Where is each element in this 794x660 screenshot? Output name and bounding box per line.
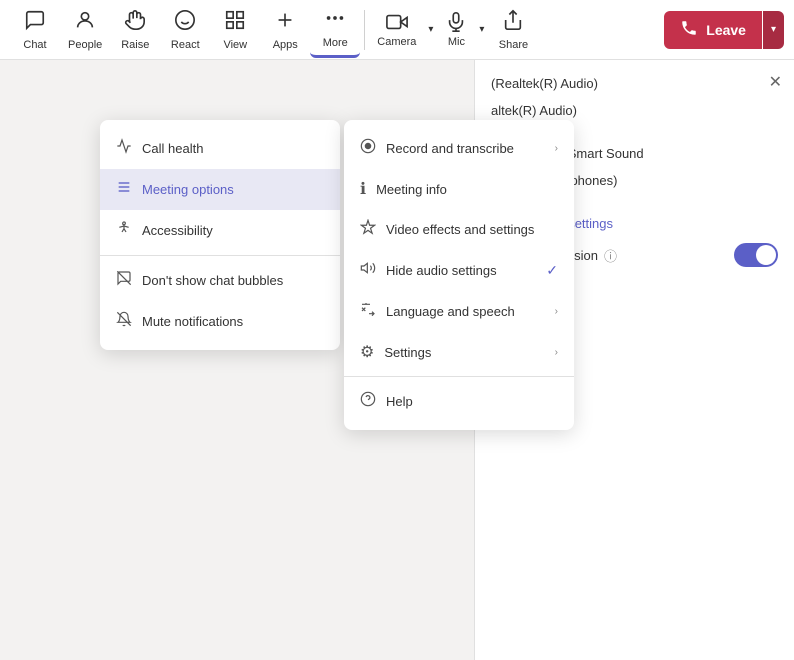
panel-close-button[interactable]: ✕ — [769, 72, 782, 92]
react-label: React — [171, 39, 200, 51]
dropdown-hide-audio[interactable]: Hide audio settings ✓ — [344, 250, 574, 291]
dropdown-meeting-info[interactable]: ℹ Meeting info — [344, 169, 574, 209]
mute-notifications-icon — [116, 311, 132, 332]
mic-arrow[interactable]: ▾ — [475, 2, 488, 58]
leave-container: Leave ▾ — [664, 11, 784, 49]
view-label: View — [223, 39, 247, 51]
raise-icon — [124, 9, 146, 37]
no-bubbles-label: Don't show chat bubbles — [142, 273, 283, 288]
leave-button[interactable]: Leave — [664, 11, 762, 49]
dropdown-language[interactable]: Language and speech › — [344, 291, 574, 332]
chat-icon — [24, 9, 46, 37]
left-menu-mute-notifications[interactable]: Mute notifications — [100, 301, 340, 342]
camera-icon — [386, 11, 408, 36]
toolbar-mic[interactable]: Mic ▾ — [437, 2, 488, 58]
mic-button[interactable]: Mic — [437, 2, 475, 58]
toolbar-more[interactable]: More — [310, 2, 360, 58]
separator-1 — [364, 10, 365, 50]
noise-info-icon: ⓘ — [604, 246, 617, 265]
toolbar-apps[interactable]: Apps — [260, 2, 310, 58]
dropdown-video-effects[interactable]: Video effects and settings — [344, 209, 574, 250]
mic-label: Mic — [448, 36, 465, 48]
toolbar-camera[interactable]: Camera ▾ — [369, 2, 437, 58]
left-menu-call-health[interactable]: Call health — [100, 128, 340, 169]
share-icon — [502, 9, 524, 37]
leave-arrow-button[interactable]: ▾ — [763, 11, 784, 49]
apps-label: Apps — [273, 39, 298, 51]
menu-divider-1 — [100, 255, 340, 256]
view-icon — [224, 9, 246, 37]
help-icon — [360, 391, 376, 412]
audio-device-1: (Realtek(R) Audio) — [491, 76, 778, 91]
camera-button[interactable]: Camera — [369, 2, 424, 58]
toolbar: Chat People Raise React View Apps — [0, 0, 794, 60]
leave-phone-icon — [680, 19, 698, 40]
dropdown-divider — [344, 376, 574, 377]
meeting-options-icon — [116, 179, 132, 200]
left-submenu: Call health Meeting options Accessibilit… — [100, 120, 340, 350]
main-content: ✕ (Realtek(R) Audio) altek(R) Audio) Arr… — [0, 60, 794, 660]
dropdown-help[interactable]: Help — [344, 381, 574, 422]
toolbar-raise[interactable]: Raise — [110, 2, 160, 58]
people-label: People — [68, 39, 102, 51]
meeting-info-icon: ℹ — [360, 179, 366, 199]
accessibility-icon — [116, 220, 132, 241]
language-label: Language and speech — [386, 304, 515, 319]
raise-label: Raise — [121, 39, 149, 51]
settings-label: Settings — [384, 345, 431, 360]
left-menu-dont-show-bubbles[interactable]: Don't show chat bubbles — [100, 260, 340, 301]
share-label: Share — [499, 39, 528, 51]
settings-icon: ⚙ — [360, 342, 374, 362]
help-label: Help — [386, 394, 413, 409]
meeting-info-label: Meeting info — [376, 182, 447, 197]
call-health-icon — [116, 138, 132, 159]
call-health-label: Call health — [142, 141, 203, 156]
language-icon — [360, 301, 376, 322]
toolbar-view[interactable]: View — [210, 2, 260, 58]
toolbar-chat[interactable]: Chat — [10, 2, 60, 58]
chat-label: Chat — [23, 39, 46, 51]
hide-audio-check: ✓ — [546, 262, 558, 279]
react-icon — [174, 9, 196, 37]
record-label: Record and transcribe — [386, 141, 514, 156]
toolbar-react[interactable]: React — [160, 2, 210, 58]
hide-audio-icon — [360, 260, 376, 281]
video-effects-label: Video effects and settings — [386, 222, 534, 237]
camera-label: Camera — [377, 36, 416, 48]
video-effects-icon — [360, 219, 376, 240]
record-chevron: › — [555, 143, 558, 154]
more-icon — [324, 7, 346, 35]
more-dropdown: Record and transcribe › ℹ Meeting info V… — [344, 120, 574, 430]
people-icon — [74, 9, 96, 37]
mic-icon — [445, 11, 467, 36]
no-bubbles-icon — [116, 270, 132, 291]
hide-audio-label: Hide audio settings — [386, 263, 497, 278]
dropdown-settings[interactable]: ⚙ Settings › — [344, 332, 574, 372]
apps-icon — [274, 9, 296, 37]
toolbar-share[interactable]: Share — [488, 2, 538, 58]
audio-device-2: altek(R) Audio) — [491, 103, 778, 118]
settings-chevron: › — [555, 347, 558, 358]
language-chevron: › — [555, 306, 558, 317]
mute-notifications-label: Mute notifications — [142, 314, 243, 329]
left-menu-accessibility[interactable]: Accessibility — [100, 210, 340, 251]
left-menu-meeting-options[interactable]: Meeting options — [100, 169, 340, 210]
camera-arrow[interactable]: ▾ — [424, 2, 437, 58]
more-label: More — [323, 37, 348, 49]
meeting-options-label: Meeting options — [142, 182, 234, 197]
toolbar-people[interactable]: People — [60, 2, 110, 58]
accessibility-label: Accessibility — [142, 223, 213, 238]
dropdown-record[interactable]: Record and transcribe › — [344, 128, 574, 169]
leave-label: Leave — [706, 22, 746, 38]
noise-suppression-toggle[interactable] — [734, 243, 778, 267]
record-icon — [360, 138, 376, 159]
